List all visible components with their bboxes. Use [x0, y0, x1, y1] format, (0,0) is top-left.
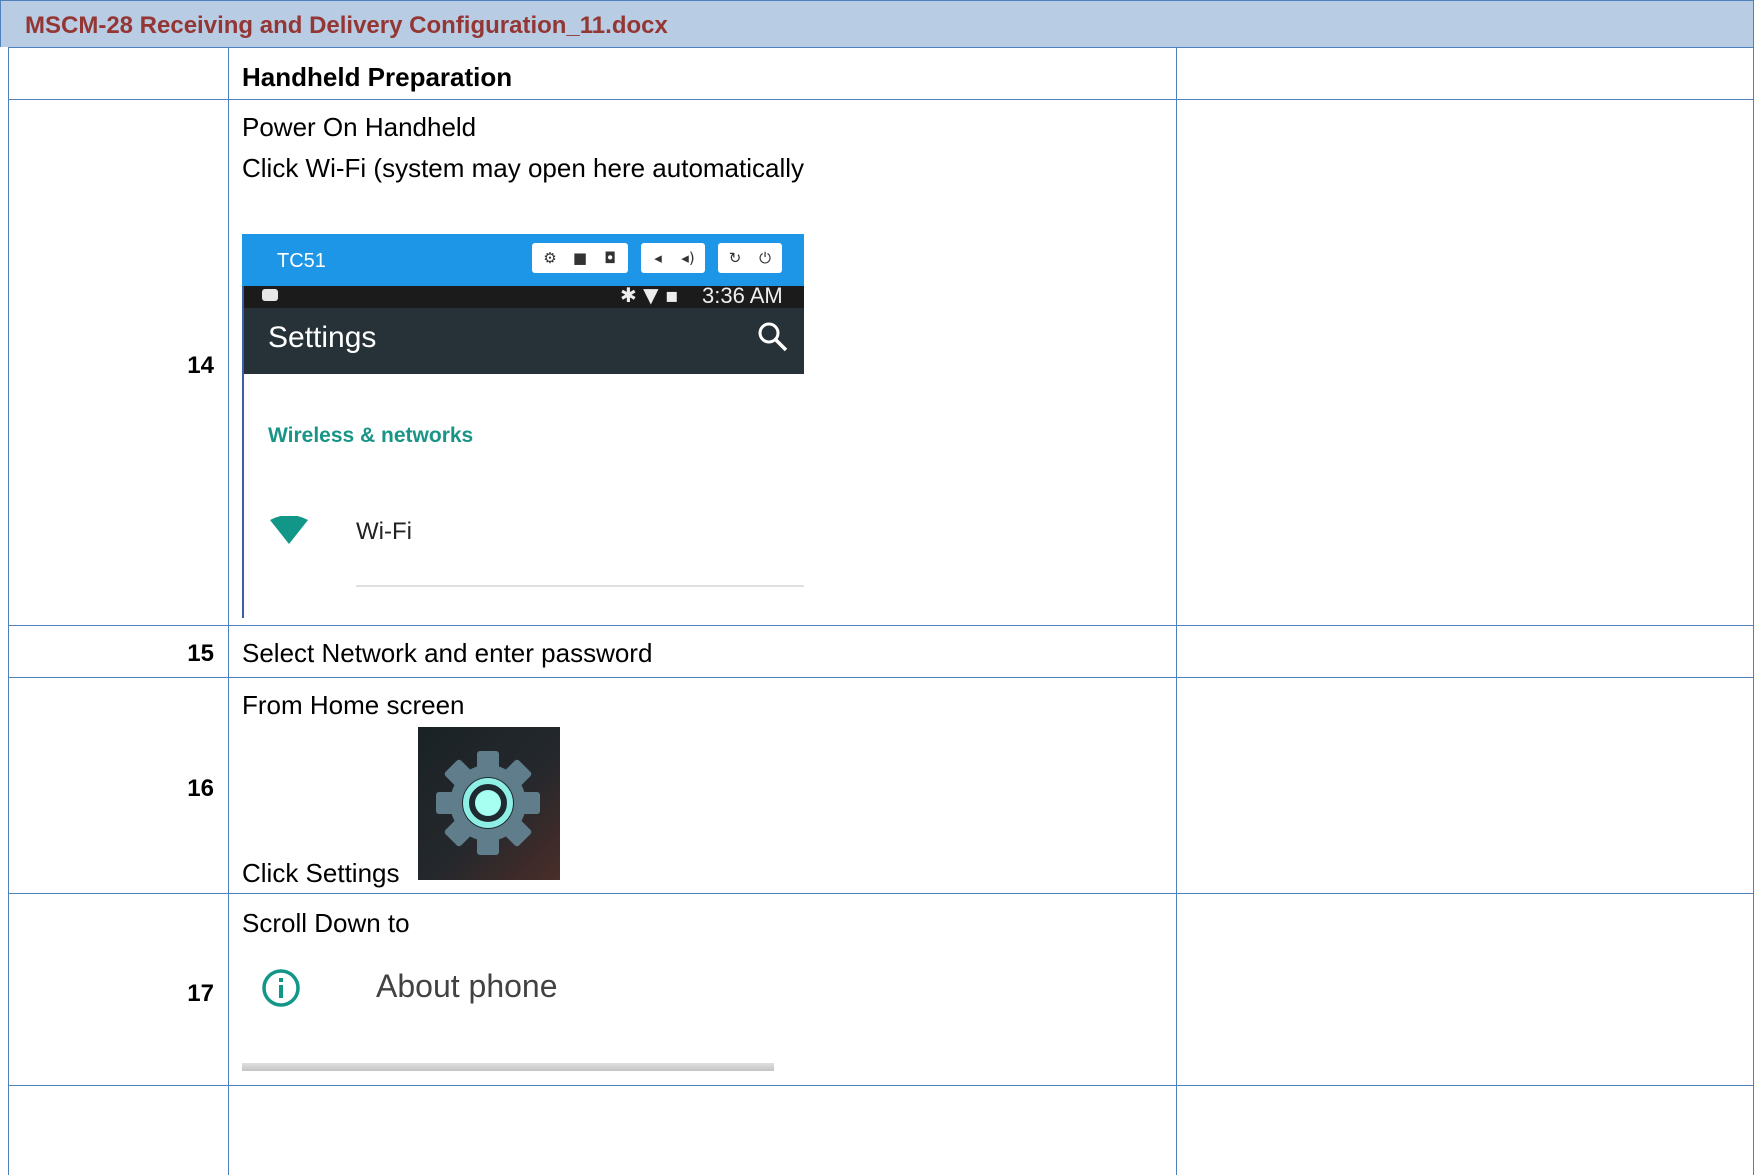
power-icon: ⏻ — [759, 249, 771, 267]
step-number-16: 16 — [187, 775, 214, 802]
settings-icon: ⚙ — [543, 249, 557, 267]
toolbar-button-group-3: ↻ ⏻ — [718, 243, 782, 273]
section-heading: Handheld Preparation — [242, 62, 513, 92]
device-model: TC51 — [277, 250, 326, 272]
wifi-icon — [270, 516, 308, 544]
android-icon — [262, 289, 278, 301]
step-number-17: 17 — [187, 980, 214, 1007]
about-phone-label: About phone — [376, 968, 558, 1004]
row-line — [8, 47, 1754, 48]
settings-app-bar: Settings — [242, 308, 804, 374]
wireless-section-label: Wireless & networks — [268, 424, 474, 447]
status-time: 3:36 AM — [702, 283, 783, 308]
step-16-line-1: From Home screen — [242, 690, 465, 720]
step-14-line-1: Power On Handheld — [242, 112, 477, 142]
step-15-text: Select Network and enter password — [242, 638, 653, 668]
camera-icon: ◘ — [604, 249, 616, 267]
document-header: MSCM-28 Receiving and Delivery Configura… — [0, 0, 1754, 47]
volume-up-icon: ◂) — [681, 249, 695, 267]
row-line — [8, 893, 1754, 894]
toolbar-button-group-1: ⚙ ■ ◘ — [532, 243, 628, 273]
step-16-line-2: Click Settings — [242, 858, 400, 888]
settings-app-icon — [418, 727, 560, 880]
row-line — [8, 99, 1754, 100]
gear-icon — [436, 751, 540, 855]
screenshot-edge — [242, 286, 244, 618]
settings-title: Settings — [268, 321, 377, 354]
step-14-line-2: Click Wi-Fi (system may open here automa… — [242, 153, 805, 183]
search-icon — [758, 322, 788, 352]
volume-down-icon: ◂ — [654, 249, 662, 267]
phone-settings-screenshot: TC51 ⚙ ■ ◘ ◂ ◂) ↻ ⏻ ✱ ▼ ▪ 3:36 AM Settings W… — [242, 234, 804, 618]
bluetooth-wifi-battery-icons: ✱ ▼ ▪ — [620, 283, 679, 307]
emulator-toolbar: TC51 ⚙ ■ ◘ ◂ ◂) ↻ ⏻ — [242, 234, 804, 286]
about-phone-divider — [242, 1063, 774, 1071]
wifi-menu-item: Wi-Fi — [356, 518, 412, 545]
table-divider-2 — [1176, 47, 1177, 1175]
step-number-15: 15 — [187, 640, 214, 667]
step-17-text: Scroll Down to — [242, 908, 410, 938]
info-icon — [262, 969, 300, 1007]
rotate-icon: ↻ — [728, 249, 742, 267]
toolbar-button-group-2: ◂ ◂) — [641, 243, 705, 273]
video-icon: ■ — [572, 249, 588, 267]
android-status-bar: ✱ ▼ ▪ 3:36 AM — [242, 283, 804, 308]
step-number-14: 14 — [187, 352, 214, 379]
row-line — [8, 677, 1754, 678]
row-line — [8, 625, 1754, 626]
list-divider — [356, 585, 804, 587]
table-divider-1 — [228, 47, 229, 1175]
row-line — [8, 1085, 1754, 1086]
document-title: MSCM-28 Receiving and Delivery Configura… — [25, 12, 668, 39]
